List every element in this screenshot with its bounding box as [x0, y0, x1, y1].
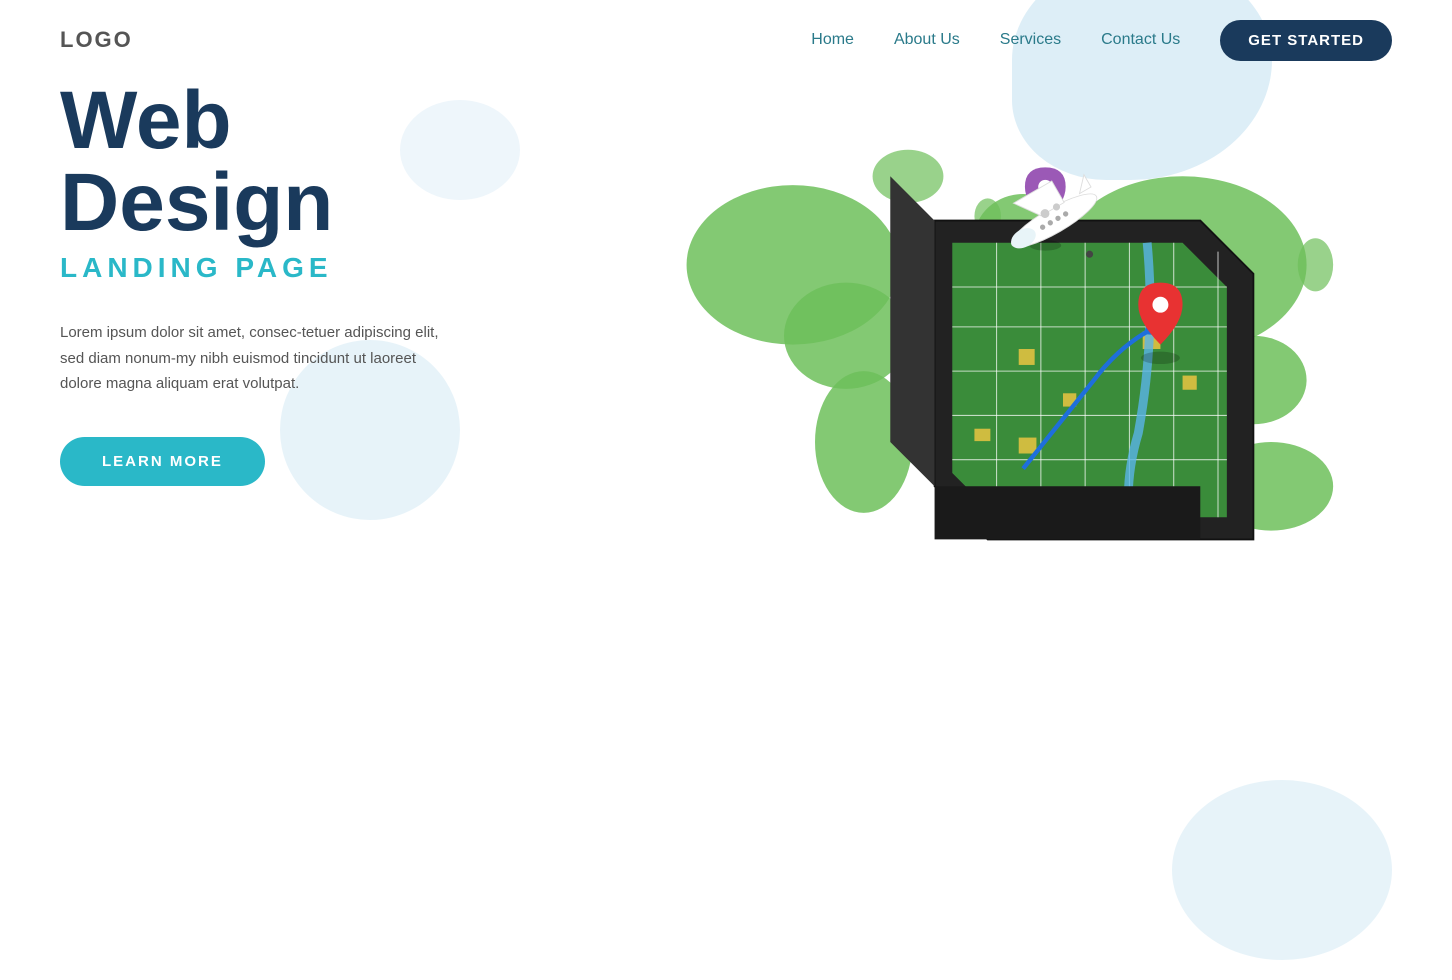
learn-more-button[interactable]: LEARN MORE — [60, 437, 265, 486]
hero-illustration — [532, 20, 1452, 820]
hero-title: Web Design — [60, 80, 480, 244]
navbar: LOGO Home About Us Services Contact Us G… — [0, 0, 1452, 80]
nav-link-services[interactable]: Services — [1000, 31, 1061, 49]
hero-title-line2: Design — [60, 157, 333, 248]
nav-links: Home About Us Services Contact Us GET ST… — [811, 20, 1392, 61]
world-map-svg — [612, 70, 1452, 690]
logo: LOGO — [60, 27, 133, 53]
nav-link-contact[interactable]: Contact Us — [1101, 31, 1180, 49]
nav-link-home[interactable]: Home — [811, 31, 854, 49]
hero-left-content: Web Design LANDING PAGE Lorem ipsum dolo… — [60, 80, 480, 486]
get-started-button[interactable]: GET STARTED — [1220, 20, 1392, 61]
hero-title-line1: Web — [60, 75, 232, 166]
hero-description: Lorem ipsum dolor sit amet, consec-tetue… — [60, 320, 440, 397]
hero-subtitle: LANDING PAGE — [60, 252, 480, 284]
nav-link-about[interactable]: About Us — [894, 31, 960, 49]
